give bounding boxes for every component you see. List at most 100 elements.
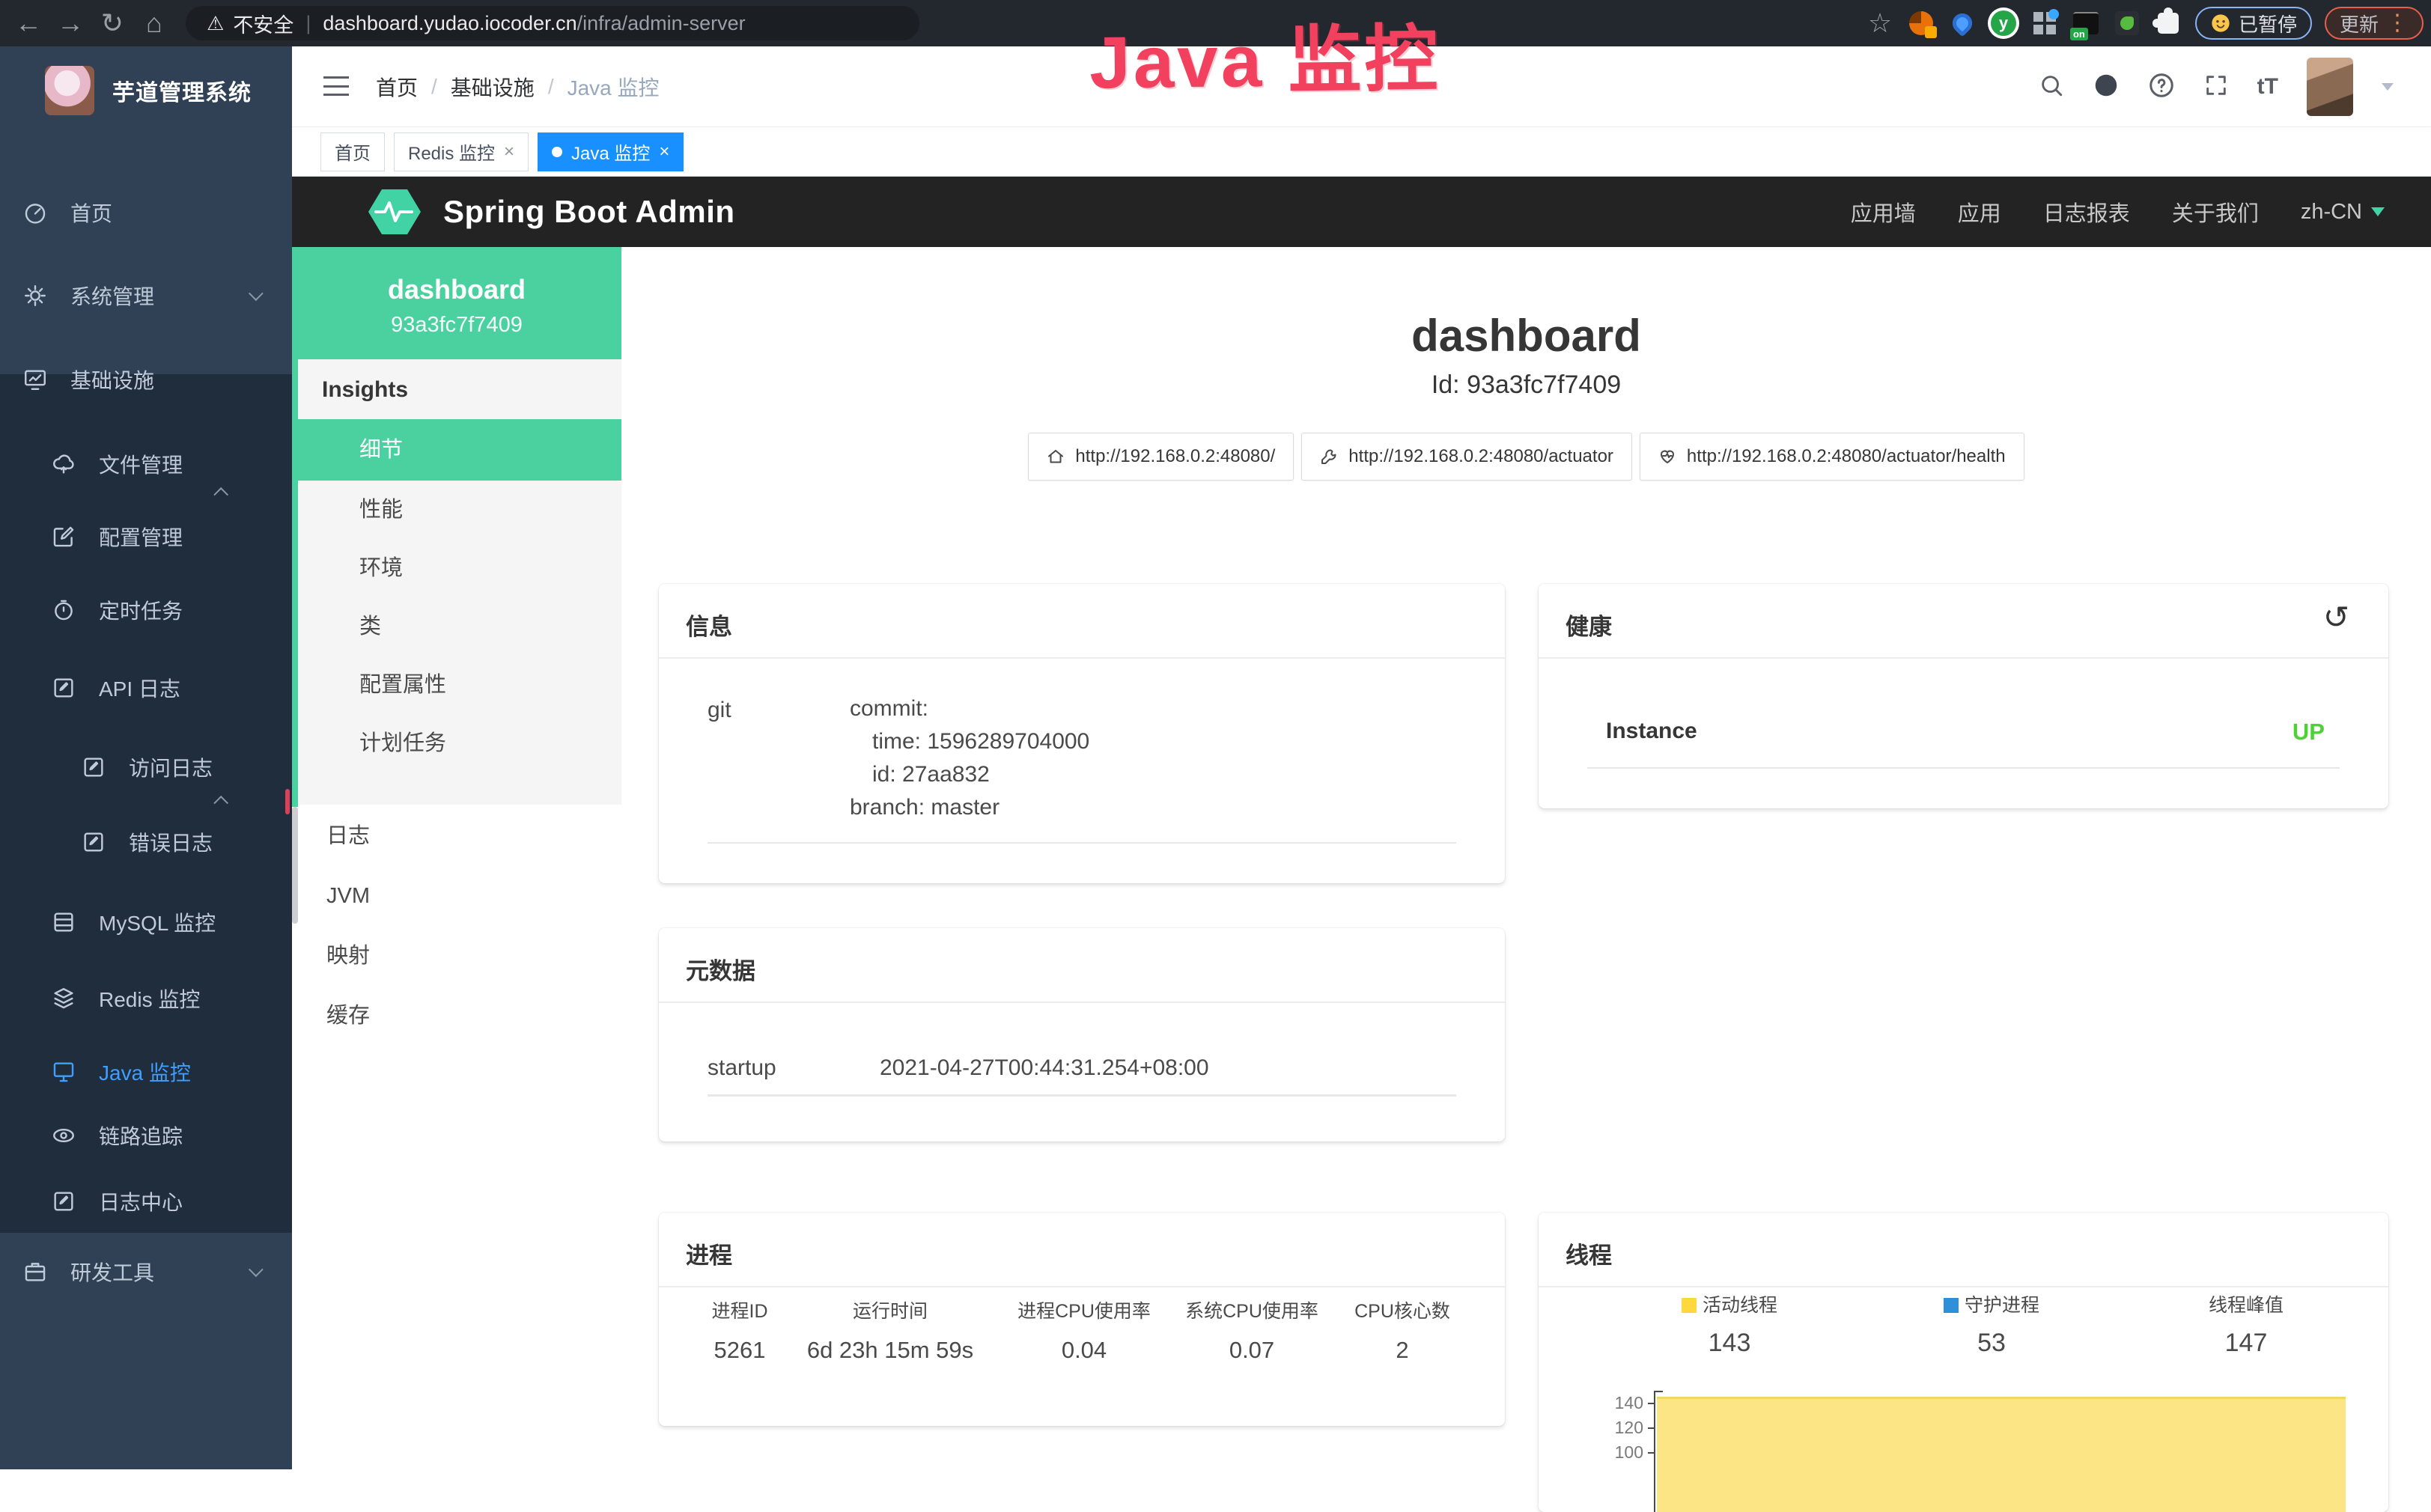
sba-brand[interactable]: Spring Boot Admin bbox=[367, 188, 735, 236]
help-icon[interactable] bbox=[2148, 72, 2175, 103]
extension-orange-icon[interactable] bbox=[1907, 9, 1935, 37]
sidebar-item-scheduled-jobs[interactable]: 定时任务 bbox=[0, 583, 292, 637]
sba-menu-classes[interactable]: 类 bbox=[292, 597, 621, 656]
scrollbar-thumb[interactable] bbox=[292, 807, 298, 924]
profile-paused-badge[interactable]: 已暂停 bbox=[2195, 7, 2312, 40]
sidebar-item-redis-monitor[interactable]: Redis 监控 bbox=[0, 972, 292, 1025]
sba-menu-jvm[interactable]: JVM bbox=[292, 867, 621, 925]
avatar-dropdown-caret-icon[interactable] bbox=[2382, 83, 2394, 91]
browser-back-icon[interactable]: ← bbox=[7, 0, 49, 46]
extension-on-switch-icon[interactable]: on bbox=[2072, 9, 2100, 37]
tab-java-monitor[interactable]: Java 监控 × bbox=[538, 132, 684, 171]
sidebar-item-error-logs[interactable]: 错误日志 bbox=[0, 815, 292, 869]
sidebar-toggle-icon[interactable] bbox=[323, 76, 349, 96]
sidebar-item-java-monitor[interactable]: Java 监控 bbox=[0, 1045, 292, 1099]
sidebar-item-home[interactable]: 首页 bbox=[0, 186, 292, 240]
sba-nav-applications[interactable]: 应用 bbox=[1958, 196, 2001, 228]
extension-y-icon[interactable]: y bbox=[1989, 9, 2018, 37]
browser-update-button[interactable]: 更新 ⋮ bbox=[2325, 7, 2424, 40]
sba-menu-details[interactable]: 细节 bbox=[292, 419, 621, 481]
sidebar-item-log-center[interactable]: 日志中心 bbox=[0, 1174, 292, 1228]
sba-nav-journal[interactable]: 日志报表 bbox=[2043, 196, 2130, 228]
sidebar-item-infrastructure[interactable]: 基础设施 bbox=[0, 353, 292, 406]
sba-menu-caches[interactable]: 缓存 bbox=[292, 987, 621, 1045]
sidebar-accent-strip bbox=[292, 247, 298, 807]
sba-language-select[interactable]: zh-CN bbox=[2301, 200, 2385, 225]
search-icon[interactable] bbox=[2039, 73, 2064, 102]
url-path: /infra/admin-server bbox=[577, 12, 746, 35]
process-value-pid: 5261 bbox=[714, 1337, 766, 1364]
extension-pin-icon[interactable] bbox=[1948, 9, 1977, 37]
tab-redis-monitor[interactable]: Redis 监控 × bbox=[394, 132, 529, 171]
bookmark-star-icon[interactable]: ☆ bbox=[1866, 9, 1894, 37]
emoji-face-icon bbox=[2210, 13, 2231, 34]
address-bar[interactable]: ⚠ 不安全 | dashboard.yudao.iocoder.cn/infra… bbox=[186, 6, 919, 40]
y-axis-cap bbox=[1654, 1391, 1663, 1392]
not-secure-warning-icon: ⚠ bbox=[207, 12, 224, 35]
browser-menu-kebab-icon[interactable]: ⋮ bbox=[2386, 12, 2409, 34]
process-header-process-cpu: 进程CPU使用率 bbox=[1017, 1296, 1151, 1323]
sidebar-item-config-management[interactable]: 配置管理 bbox=[0, 510, 292, 564]
sba-menu-environment[interactable]: 环境 bbox=[292, 539, 621, 597]
sidebar-item-api-logs[interactable]: API 日志 bbox=[0, 661, 292, 715]
tab-home[interactable]: 首页 bbox=[320, 132, 385, 171]
breadcrumb-infrastructure[interactable]: 基础设施 bbox=[451, 72, 535, 102]
instance-title: dashboard bbox=[621, 310, 2431, 362]
dashboard-icon bbox=[22, 200, 48, 225]
sidebar-item-mysql-monitor[interactable]: MySQL 监控 bbox=[0, 895, 292, 949]
url-host: dashboard.yudao.iocoder.cn bbox=[323, 12, 576, 35]
edit-icon bbox=[51, 524, 76, 549]
github-icon[interactable] bbox=[2093, 72, 2120, 103]
sidebar-item-dev-tools[interactable]: 研发工具 bbox=[0, 1245, 292, 1299]
browser-reload-icon[interactable]: ↻ bbox=[91, 0, 133, 46]
sba-menu-mappings[interactable]: 映射 bbox=[292, 927, 621, 985]
info-card-title: 信息 bbox=[686, 608, 732, 641]
legend-daemon-threads: 守护进程 bbox=[1944, 1290, 2039, 1317]
extension-leaf-icon[interactable] bbox=[2113, 9, 2141, 37]
legend-label: 活动线程 bbox=[1703, 1295, 1777, 1316]
briefcase-icon bbox=[22, 1259, 48, 1284]
instance-id-subtitle: Id: 93a3fc7f7409 bbox=[621, 371, 2431, 400]
health-url-chip[interactable]: http://192.168.0.2:48080/actuator/health bbox=[1640, 433, 2024, 481]
close-icon[interactable]: × bbox=[504, 141, 514, 162]
sba-nav-about[interactable]: 关于我们 bbox=[2172, 196, 2259, 228]
process-card: 进程 进程ID 运行时间 进程CPU使用率 系统CPU使用率 CPU核心数 52… bbox=[659, 1213, 1505, 1426]
redis-layers-icon bbox=[51, 986, 76, 1011]
breadcrumb-home[interactable]: 首页 bbox=[376, 72, 418, 102]
close-icon[interactable]: × bbox=[659, 141, 669, 162]
history-icon[interactable]: ↺ bbox=[2323, 602, 2349, 633]
sba-menu-metrics[interactable]: 性能 bbox=[292, 481, 621, 539]
annotation-java-monitoring: Java 监控 bbox=[1089, 0, 1441, 109]
y-axis-line bbox=[1654, 1391, 1655, 1512]
timer-icon bbox=[51, 597, 76, 623]
health-card-title: 健康 bbox=[1566, 608, 1612, 641]
app-logo[interactable]: 芋道管理系统 bbox=[0, 57, 292, 124]
browser-home-icon[interactable]: ⌂ bbox=[133, 0, 175, 46]
browser-forward-icon[interactable]: → bbox=[49, 0, 91, 46]
metadata-card-title: 元数据 bbox=[686, 952, 755, 986]
sidebar-item-label: Java 监控 bbox=[99, 1057, 191, 1087]
git-time-line: time: 1596289704000 bbox=[850, 725, 1089, 758]
sba-menu-logs[interactable]: 日志 bbox=[292, 807, 621, 865]
peak-threads-value: 147 bbox=[2225, 1329, 2268, 1358]
row-divider bbox=[1587, 767, 2340, 769]
service-url-chip[interactable]: http://192.168.0.2:48080/ bbox=[1028, 433, 1294, 481]
extension-grid-icon[interactable] bbox=[2030, 9, 2059, 37]
active-threads-value: 143 bbox=[1709, 1329, 1751, 1358]
sba-instance-header[interactable]: dashboard 93a3fc7f7409 bbox=[292, 247, 621, 359]
sidebar-item-access-logs[interactable]: 访问日志 bbox=[0, 740, 292, 794]
font-size-icon[interactable]: tT bbox=[2257, 74, 2278, 100]
tab-label: Java 监控 bbox=[571, 138, 650, 165]
sba-nav-wallboard[interactable]: 应用墙 bbox=[1851, 196, 1916, 228]
user-avatar[interactable] bbox=[2307, 58, 2353, 116]
sidebar-item-file-management[interactable]: 文件管理 bbox=[0, 437, 292, 491]
sba-menu-config-props[interactable]: 配置属性 bbox=[292, 656, 621, 714]
extensions-puzzle-icon[interactable] bbox=[2154, 9, 2182, 37]
sidebar-item-label: 日志中心 bbox=[99, 1186, 183, 1216]
fullscreen-icon[interactable] bbox=[2203, 73, 2229, 102]
wrench-icon bbox=[1320, 448, 1338, 466]
sidebar-item-tracing[interactable]: 链路追踪 bbox=[0, 1109, 292, 1162]
actuator-url-chip[interactable]: http://192.168.0.2:48080/actuator bbox=[1301, 433, 1632, 481]
sba-menu-scheduled-tasks[interactable]: 计划任务 bbox=[292, 714, 621, 772]
sidebar-item-system-management[interactable]: 系统管理 bbox=[0, 269, 292, 323]
